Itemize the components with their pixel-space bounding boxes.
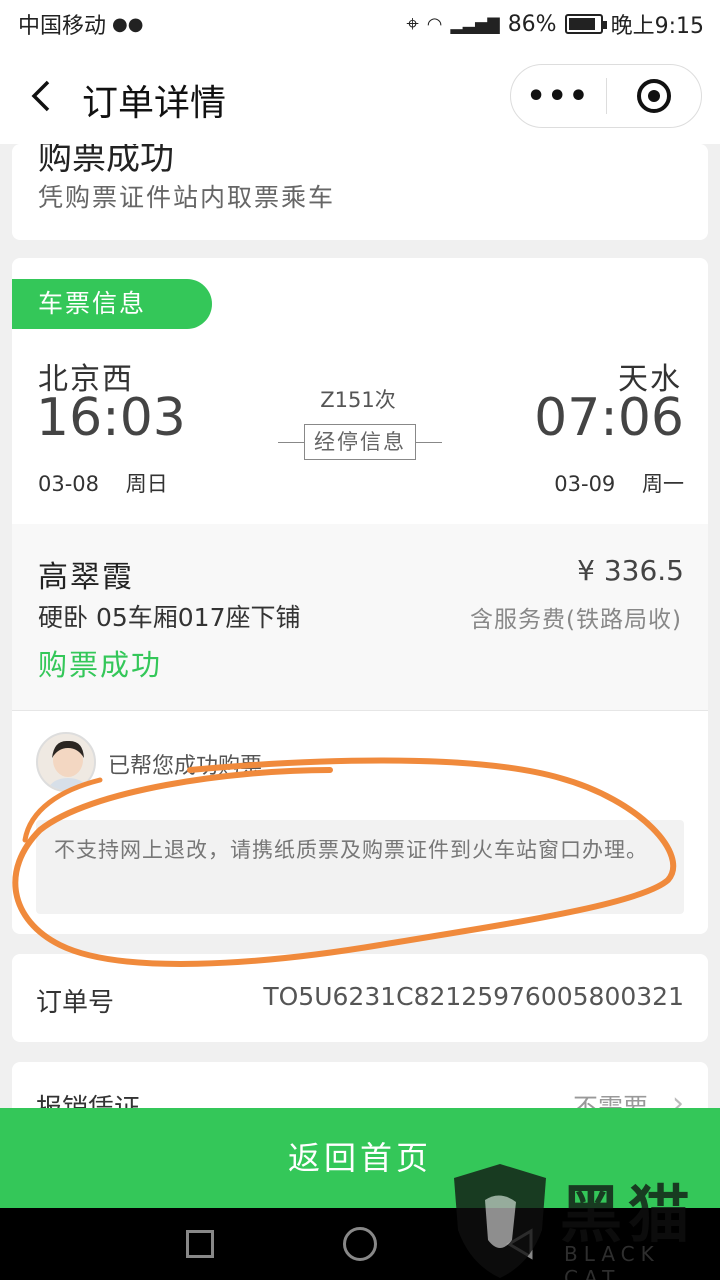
passenger-name: 高翠霞 [38, 560, 134, 595]
back-arrow-icon[interactable] [22, 76, 62, 116]
departure-weekday: 周日 [125, 472, 168, 496]
ticket-card: 车票信息 北京西 16:03 03-08 周日 Z151次 经停信息 天水 07… [12, 258, 708, 934]
order-status-card: 购票成功 凭购票证件站内取票乘车 [12, 144, 708, 240]
order-number-value: TO5U6231C82125976005800321 [263, 982, 684, 1011]
clock: 晚上9:15 [610, 14, 704, 39]
passenger-ticket-status: 购票成功 [38, 648, 163, 682]
refund-notice: 不支持网上退改，请携纸质票及购票证件到火车站窗口办理。 [36, 820, 684, 914]
system-nav-bar [0, 1208, 720, 1280]
location-icon: ⌖ [406, 11, 419, 37]
more-menu-button[interactable]: ••• [511, 79, 606, 114]
section-divider [12, 710, 708, 711]
arrival-time: 07:06 [534, 388, 684, 448]
return-home-button[interactable]: 返回首页 [0, 1108, 720, 1208]
order-status-title: 购票成功 [38, 144, 174, 178]
order-number-label: 订单号 [36, 988, 115, 1018]
battery-icon [564, 14, 607, 34]
nav-bar: 订单详情 ••• [0, 48, 720, 144]
seat-info: 硬卧 05车厢017座下铺 [38, 603, 301, 632]
page-title: 订单详情 [82, 83, 227, 124]
target-icon [636, 79, 671, 113]
carrier-name: 中国移动 [18, 14, 107, 39]
order-number-card: 订单号 TO5U6231C82125976005800321 [12, 954, 708, 1042]
battery-fill [568, 18, 595, 30]
departure-date: 03-08 周日 [38, 468, 168, 498]
service-fee-note: 含服务费(铁路局收) [470, 607, 682, 633]
wechat-icon: ●● [112, 13, 144, 35]
passenger-section: 高翠霞 ¥ 336.5 硬卧 05车厢017座下铺 含服务费(铁路局收) 购票成… [12, 524, 708, 710]
wifi-icon: ◠ [426, 13, 443, 35]
stops-info-button[interactable]: 经停信息 [304, 424, 416, 460]
ticket-price: ¥ 336.5 [577, 554, 684, 587]
ticket-info-tag: 车票信息 [12, 279, 212, 329]
train-number: Z151次 [320, 388, 396, 412]
close-miniprogram-button[interactable] [607, 79, 702, 113]
back-triangle-icon[interactable] [505, 1228, 537, 1260]
battery-percent: 86% [507, 11, 557, 37]
status-bar: 中国移动 ●● ⌖ ◠ ▂▃▅▇ 86% 晚上9:15 [0, 0, 720, 48]
stops-line-right [416, 442, 442, 443]
success-message: 已帮您成功购票 [108, 754, 263, 779]
arrival-weekday: 周一 [642, 472, 684, 496]
miniprogram-capsule: ••• [510, 64, 702, 128]
agent-avatar [36, 732, 96, 792]
signal-icon: ▂▃▅▇ [450, 14, 500, 34]
arrival-date: 03-09 周一 [554, 468, 684, 498]
arrival-date-value: 03-09 [554, 472, 616, 496]
recent-apps-icon[interactable] [186, 1230, 214, 1258]
stops-line-left [278, 442, 304, 443]
order-status-subtitle: 凭购票证件站内取票乘车 [38, 183, 336, 212]
departure-time: 16:03 [36, 388, 186, 448]
home-icon[interactable] [343, 1227, 377, 1261]
departure-date-value: 03-08 [38, 472, 100, 496]
